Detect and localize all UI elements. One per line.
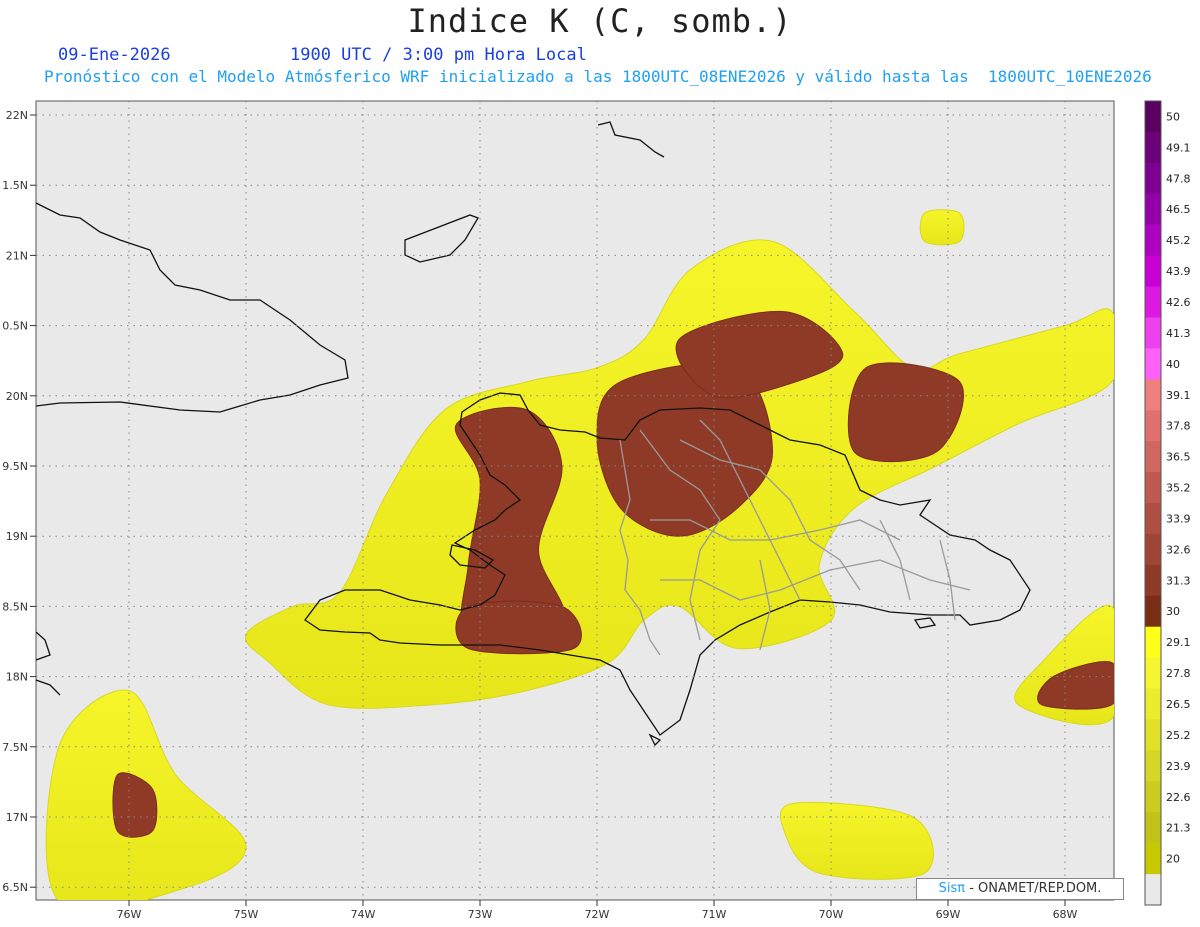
color-scale-swatch [1145,193,1161,226]
color-scale-swatch [1145,626,1161,659]
color-scale-label: 22.6 [1166,791,1191,804]
color-scale-label: 43.9 [1166,265,1191,278]
k-index-map: 22N 1.5N 21N 0.5N 20N 9.5N 19N 8.5N 18N 7.5N 17N 6.… [2,100,1191,921]
lat-tick-label: 9.5N [2,460,28,473]
lon-tick-label: 76W [117,908,142,921]
color-scale-swatch [1145,255,1161,288]
color-scale-label: 50 [1166,110,1180,123]
color-scale-label: 47.8 [1166,172,1191,185]
color-scale-swatch [1145,162,1161,195]
lat-tick-label: 18N [6,671,28,684]
color-scale-swatch [1145,224,1161,257]
lat-tick-label: 17N [6,811,28,824]
k-index-yellow-ne-islet [919,209,965,246]
lon-tick-label: 75W [234,908,259,921]
color-scale-swatch [1145,472,1161,504]
credit-org: - ONAMET/REP.DOM. [965,881,1102,896]
color-scale-label: 42.6 [1166,296,1191,309]
color-scale-swatch [1145,410,1161,442]
color-scale-swatch [1145,657,1161,690]
color-scale-swatch [1145,503,1161,535]
color-scale-label: 36.5 [1166,451,1191,464]
lat-tick-label: 19N [6,530,28,543]
lat-tick-label: 20N [6,390,28,403]
color-scale-label: 30 [1166,605,1180,618]
color-scale-swatch [1145,812,1161,844]
color-scale-label: 35.2 [1166,482,1191,495]
color-scale-swatch [1145,564,1161,597]
color-scale-swatch [1145,719,1161,751]
color-scale: 50 49.1 47.8 46.5 45.2 43.9 42.6 41.3 40 39.1 37.8… [1144,100,1191,906]
color-scale-label: 29.1 [1166,636,1191,649]
color-scale-swatch [1145,131,1161,164]
color-scale-swatch [1145,441,1161,473]
color-scale-label: 20 [1166,853,1180,866]
lon-tick-label: 72W [585,908,610,921]
lat-tick-label: 0.5N [2,320,28,333]
color-scale-label: 26.5 [1166,698,1191,711]
color-scale-swatch [1145,286,1161,318]
lon-tick-label: 68W [1053,908,1078,921]
color-scale-swatch [1145,595,1161,628]
color-scale-swatch [1145,379,1161,411]
k-index-brown-haiti-south [455,600,582,655]
color-scale-label: 41.3 [1166,327,1191,340]
color-scale-label: 32.6 [1166,543,1191,556]
color-scale-swatch [1145,348,1161,380]
lat-tick-label: 21N [6,249,28,262]
credit-box: Sisπ - ONAMET/REP.DOM. [916,878,1124,900]
color-scale-swatch [1145,874,1161,906]
color-scale-swatch [1145,843,1161,875]
lat-tick-label: 1.5N [2,179,28,192]
lon-tick-label: 69W [936,908,961,921]
sispi-logo: Sisπ [938,881,966,896]
lat-tick-label: 22N [6,109,28,122]
color-scale-label: 45.2 [1166,234,1191,247]
color-scale-label: 23.9 [1166,760,1191,773]
lon-tick-label: 70W [819,908,844,921]
color-scale-label: 40 [1166,358,1180,371]
color-scale-label: 49.1 [1166,141,1191,154]
color-scale-label: 31.3 [1166,574,1191,587]
lon-tick-label: 71W [702,908,727,921]
color-scale-swatch [1145,750,1161,782]
color-scale-label: 39.1 [1166,389,1191,402]
color-scale-swatch [1145,781,1161,813]
color-scale-label: 21.3 [1166,822,1191,835]
color-scale-label: 37.8 [1166,420,1191,433]
color-scale-label: 25.2 [1166,729,1191,742]
lat-tick-label: 8.5N [2,600,28,613]
color-scale-swatch [1145,688,1161,720]
lat-tick-label: 7.5N [2,741,28,754]
color-scale-swatch [1145,101,1161,133]
lat-tick-label: 6.5N [2,881,28,894]
color-scale-swatch [1145,317,1161,349]
color-scale-label: 46.5 [1166,203,1191,216]
lon-tick-label: 73W [468,908,493,921]
color-scale-label: 33.9 [1166,512,1191,525]
color-scale-label: 27.8 [1166,667,1191,680]
lon-tick-label: 74W [351,908,376,921]
color-scale-swatch [1145,533,1161,566]
